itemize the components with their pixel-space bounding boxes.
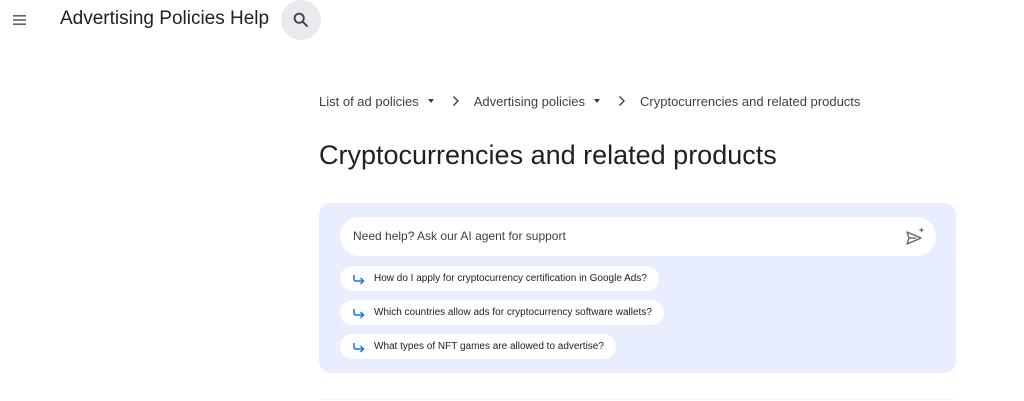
suggestion-chip[interactable]: What types of NFT games are allowed to a… bbox=[340, 334, 616, 359]
app-title[interactable]: Advertising Policies Help bbox=[60, 8, 269, 30]
search-icon bbox=[293, 12, 308, 27]
suggestion-text: What types of NFT games are allowed to a… bbox=[374, 341, 604, 352]
page-title: Cryptocurrencies and related products bbox=[319, 140, 777, 170]
search-button[interactable] bbox=[281, 0, 321, 40]
ai-agent-panel: Need help? Ask our AI agent for support … bbox=[319, 203, 956, 373]
breadcrumb-label: Cryptocurrencies and related products bbox=[640, 93, 861, 109]
breadcrumb-label: List of ad policies bbox=[319, 93, 419, 109]
ai-agent-input-placeholder: Need help? Ask our AI agent for support bbox=[353, 229, 566, 243]
caret-down-icon[interactable] bbox=[427, 99, 434, 103]
content-divider bbox=[319, 399, 956, 400]
send-sparkle-icon bbox=[906, 227, 925, 245]
breadcrumb-item-current: Cryptocurrencies and related products bbox=[640, 94, 860, 109]
breadcrumb: List of ad policies Advertising policies… bbox=[319, 93, 860, 109]
breadcrumb-label: Advertising policies bbox=[473, 93, 586, 109]
hamburger-menu-icon bbox=[13, 15, 26, 25]
send-button[interactable] bbox=[904, 225, 926, 247]
arrow-forward-curved-icon bbox=[353, 342, 365, 353]
suggestion-chip[interactable]: How do I apply for cryptocurrency certif… bbox=[340, 266, 659, 291]
breadcrumb-item-ad-policies[interactable]: List of ad policies bbox=[319, 94, 434, 109]
chevron-right-icon bbox=[452, 95, 460, 107]
suggestion-text: Which countries allow ads for cryptocurr… bbox=[374, 307, 652, 318]
main-menu-button[interactable] bbox=[6, 6, 34, 34]
arrow-forward-curved-icon bbox=[353, 308, 365, 319]
caret-down-icon[interactable] bbox=[594, 99, 601, 103]
breadcrumb-item-advertising-policies[interactable]: Advertising policies bbox=[473, 93, 601, 109]
arrow-forward-curved-icon bbox=[353, 274, 365, 285]
suggestion-chip[interactable]: Which countries allow ads for cryptocurr… bbox=[340, 300, 664, 325]
chevron-right-icon bbox=[618, 95, 626, 107]
suggestion-text: How do I apply for cryptocurrency certif… bbox=[374, 273, 647, 284]
ai-agent-input[interactable]: Need help? Ask our AI agent for support bbox=[340, 217, 936, 256]
top-app-bar: Advertising Policies Help bbox=[0, 0, 1024, 40]
